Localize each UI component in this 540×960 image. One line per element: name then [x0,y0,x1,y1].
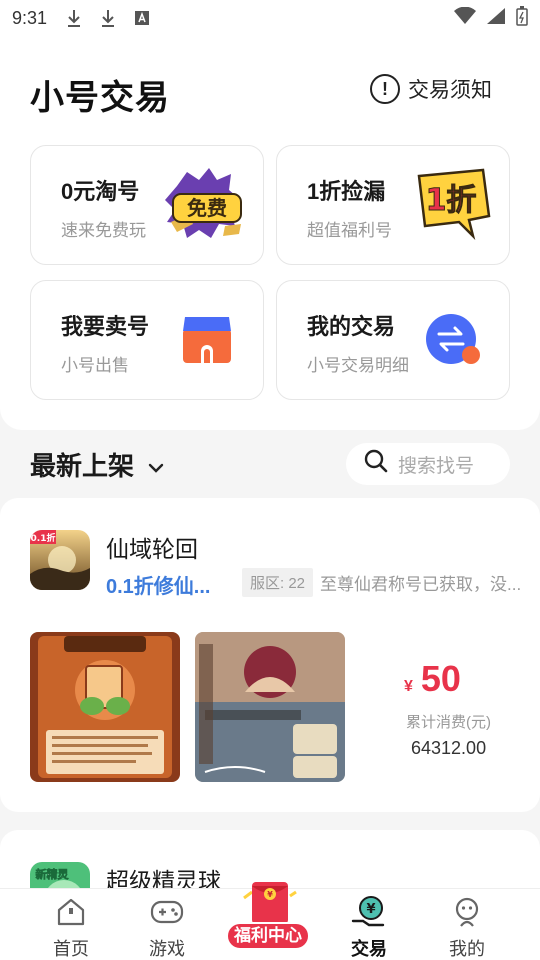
tab-home[interactable]: 首页 [36,895,106,960]
discount-badge-icon: 1折 [415,168,495,245]
free-badge-text: 免费 [187,196,227,220]
status-bar: 9:31 [0,0,540,36]
card-free-account[interactable]: 0元淘号 速来免费玩 免费 [30,145,264,265]
download-icon [97,7,119,29]
latest-section-header: 最新上架 搜索找号 [0,442,540,488]
tab-label: 我的 [449,939,485,959]
card-title: 我的交易 [307,314,396,339]
info-icon: ! [370,74,400,104]
latest-filter-dropdown[interactable]: 最新上架 [30,446,164,483]
tab-label: 游戏 [149,939,185,959]
trade-hand-icon: ¥ [334,895,404,929]
card-title: 我要卖号 [61,314,150,339]
listing-card[interactable]: 0.1折 仙域轮回 0.1折修仙... 服区: 22 至尊仙君称号已获取，没..… [0,498,540,812]
store-icon [181,315,233,370]
tab-profile[interactable]: 我的 [432,895,502,960]
card-subtitle: 超值福利号 [307,221,392,240]
icon-badge: 0.1折 [31,532,56,544]
price-value: 50 [420,658,461,699]
tab-trade[interactable]: ¥ 交易 [334,895,404,960]
trade-notice-link[interactable]: ! 交易须知 [370,74,492,104]
card-subtitle: 速来免费玩 [61,221,146,240]
card-title: 1折捡漏 [307,179,386,204]
tab-label: 首页 [53,939,89,959]
tab-welfare-center[interactable]: ¥ 福利中心 [222,860,318,960]
search-icon [364,449,388,479]
spend-value: 64312.00 [411,738,487,758]
profile-icon [432,895,502,929]
search-placeholder: 搜索找号 [398,455,475,477]
card-discount[interactable]: 1折捡漏 超值福利号 1折 [276,145,510,265]
gamepad-icon [132,895,202,929]
exchange-icon [425,313,485,374]
spend-label: 累计消费(元) [406,714,491,731]
promo-text: 0.1折修仙... [106,576,211,598]
wifi-icon [454,6,476,30]
tab-label: 交易 [351,939,387,959]
download-icon [63,7,85,29]
free-badge-icon: 免费 [165,164,249,253]
game-name: 仙域轮回 [106,536,198,562]
page-title: 小号交易 [30,79,170,117]
currency-symbol: ¥ [404,678,413,695]
discount-badge-text: 1折 [426,183,477,218]
card-title: 0元淘号 [61,179,140,204]
card-sell-account[interactable]: 我要卖号 小号出售 [30,280,264,400]
card-subtitle: 小号交易明细 [307,356,409,375]
status-time: 9:31 [12,7,48,28]
welfare-center-label: 福利中心 [226,922,310,950]
server-tag: 服区: 22 [242,568,314,597]
search-input[interactable]: 搜索找号 [346,443,510,485]
game-icon: 0.1折 [30,530,90,590]
card-subtitle: 小号出售 [61,356,129,375]
listing-description: 至尊仙君称号已获取，没... [320,575,522,594]
svg-text:¥: ¥ [267,890,273,899]
card-my-trades[interactable]: 我的交易 小号交易明细 [276,280,510,400]
top-section: 小号交易 ! 交易须知 0元淘号 速来免费玩 免费 1折捡漏 超值福利号 1折 [0,36,540,430]
screenshot-thumbnail[interactable] [195,632,345,782]
battery-icon [516,5,528,31]
tab-games[interactable]: 游戏 [132,895,202,960]
price: ¥ 50 [404,658,461,700]
chevron-down-icon [148,449,164,480]
trade-notice-label: 交易须知 [408,79,492,102]
signal-icon [486,7,506,30]
icon-badge: 新精灵 [36,867,70,881]
screenshot-thumbnail[interactable] [30,632,180,782]
latest-title: 最新上架 [30,451,135,481]
font-icon [131,7,153,29]
home-icon [36,895,106,929]
svg-text:¥: ¥ [366,902,375,917]
